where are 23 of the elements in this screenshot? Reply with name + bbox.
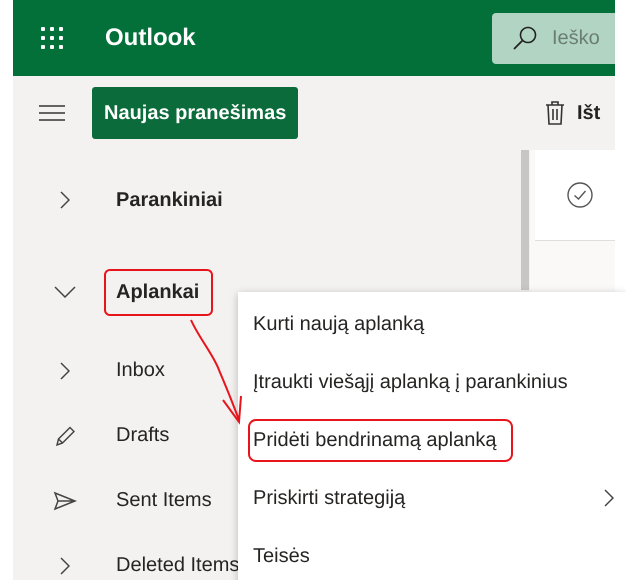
menu-item[interactable]: Priskirti strategiją [253,486,406,510]
menu-item[interactable]: Teisės [253,544,310,568]
menu-item[interactable]: Įtraukti viešąjį aplanką į parankinius [253,370,568,394]
search-icon [512,24,538,50]
menu-item[interactable]: Pridėti bendrinamą aplanką [248,418,512,462]
folder-item[interactable]: Sent Items [116,489,212,512]
folder-item[interactable]: Inbox [116,359,165,382]
search-field[interactable]: Ieško [492,12,615,64]
new-message-button[interactable]: Naujas pranešimas [92,87,298,139]
pencil-icon [55,424,75,446]
app-launcher-icon[interactable] [40,26,64,50]
menu-item[interactable]: Kurti naują aplanką [253,312,424,336]
folder-item[interactable]: Drafts [116,424,170,447]
menu-icon[interactable] [39,104,65,122]
check-circle-icon[interactable] [565,180,595,210]
send-icon [53,490,77,510]
app-title: Outlook [105,24,196,52]
folder-item[interactable]: Deleted Items [116,554,240,577]
section-heading[interactable]: Aplankai [104,268,214,316]
section-heading[interactable]: Parankiniai [116,188,223,212]
trash-icon [545,100,565,126]
delete-button[interactable]: Išt [545,100,615,126]
scrollbar-thumb[interactable] [521,150,529,290]
